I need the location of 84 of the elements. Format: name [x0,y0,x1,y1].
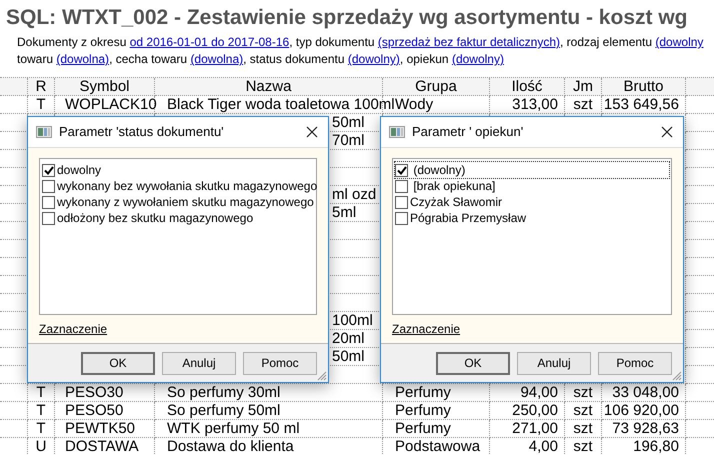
table-cell: 313,00 [512,96,558,113]
column-header[interactable]: Ilość [490,78,565,96]
table-cell: 271,00 [512,420,558,437]
column-header[interactable]: Grupa [383,78,490,96]
window-icon [389,126,405,138]
table-cell: Perfumy [395,420,451,437]
selection-link[interactable]: Zaznaczenie [39,320,108,338]
table-cell: 33 048,00 [612,384,679,401]
column-header[interactable]: Jm [565,78,602,96]
table-cell: 50ml [332,348,365,365]
table-cell: 73 928,63 [612,420,679,437]
filter-link[interactable]: (sprzedaż bez faktur detalicznych) [378,35,560,49]
filter-link[interactable]: (dowolny) [452,52,504,66]
table-cell: szt [573,96,593,113]
column-header[interactable]: Brutto [602,78,686,96]
checkbox-item[interactable]: (dowolny) [395,162,669,178]
close-icon[interactable] [661,126,673,138]
table-cell: 100ml [332,312,373,329]
table-cell: WTK perfumy 50 ml [167,420,300,437]
resize-grip-icon[interactable] [317,371,327,381]
dialog-title: Parametr 'status dokumentu' [59,123,225,142]
checkbox-item[interactable]: [brak opiekuna] [395,178,669,194]
table-cell: DOSTAWA [65,438,139,455]
table-cell: So perfumy 50ml [167,402,280,419]
table-cell: 94,00 [520,384,558,401]
dialog-button[interactable]: Anuluj [517,352,591,374]
checkbox-item[interactable]: odłożony bez skutku magazynowego [42,210,314,226]
table-cell: 5ml [332,204,356,221]
table-cell: ml ozd [332,186,376,203]
report-title: SQL: WTXT_002 - Zestawienie sprzedaży wg asortymentu - koszt wg [6,6,688,29]
checkbox-item[interactable]: Pógrabia Przemysław [395,210,669,226]
filter-link[interactable]: (dowolny) [348,52,400,66]
table-cell: Perfumy [395,384,451,401]
table-cell: Perfumy [395,402,451,419]
column-header[interactable]: R [28,78,55,96]
column-header[interactable]: Nazwa [155,78,383,96]
column-header[interactable]: Symbol [55,78,155,96]
table-cell: T [36,402,46,419]
table-cell: 250,00 [512,402,558,419]
selection-link[interactable]: Zaznaczenie [392,320,460,338]
report-description: towaru (dowolna), cecha towaru (dowolna), status dokumentu (dowolny), opiekun (dowolny) [17,51,505,68]
table-cell: 153 649,56 [604,96,679,113]
checkmark-icon [44,166,54,174]
report-description: Dokumenty z okresu od 2016-01-01 do 2017-08-16, typ dokumentu (sprzedaż bez faktur detalicznych), rodzaj elementu (dowolny [17,34,704,51]
table-cell: Black Tiger woda toaletowa 100ml [167,96,395,113]
table-cell: szt [573,438,593,455]
table-cell: WOPLACK10 [65,96,157,113]
checkbox-item[interactable]: wykonany z wywołaniem skutku magazynowego [42,194,314,210]
close-icon[interactable] [306,126,318,138]
table-cell: szt [573,402,593,419]
table-cell: 50ml [332,114,365,131]
filter-link[interactable]: (dowolna) [56,52,110,66]
filter-link[interactable]: (dowolna) [190,52,244,66]
table-cell: 196,80 [633,438,679,455]
table-cell: Dostawa do klienta [167,438,294,455]
table-cell: Wody [395,96,434,113]
table-cell: Podstawowa [395,438,480,455]
checkbox-item[interactable]: Czyżak Sławomir [395,194,669,210]
table-cell: szt [573,420,593,437]
table-cell: U [36,438,46,455]
dialog-button[interactable]: OK [436,352,510,374]
resize-grip-icon[interactable] [672,371,682,381]
table-cell: T [36,420,46,437]
dialog-button[interactable]: OK [81,352,155,374]
dialog-button[interactable]: Pomoc [598,352,672,374]
table-cell: 70ml [332,132,365,149]
table-cell: So perfumy 30ml [167,384,280,401]
table-cell: PEWTK50 [65,420,136,437]
dialog-button[interactable]: Anuluj [162,352,236,374]
table-cell: T [36,96,46,113]
table-cell: T [36,384,46,401]
checkbox-item[interactable]: dowolny [42,162,314,178]
filter-link[interactable]: (dowolny [655,35,704,49]
table-cell: PESO30 [65,384,124,401]
filter-link[interactable]: od 2016-01-01 do 2017-08-16 [130,35,290,49]
table-cell: 4,00 [528,438,558,455]
table-cell: 20ml [332,330,365,347]
dialog-button[interactable]: Pomoc [243,352,317,374]
table-cell: szt [573,384,593,401]
window-icon [36,126,52,138]
dialog-title: Parametr ' opiekun' [412,123,524,142]
checkmark-icon [396,166,406,174]
table-cell: 106 920,00 [604,402,679,419]
table-cell: PESO50 [65,402,124,419]
